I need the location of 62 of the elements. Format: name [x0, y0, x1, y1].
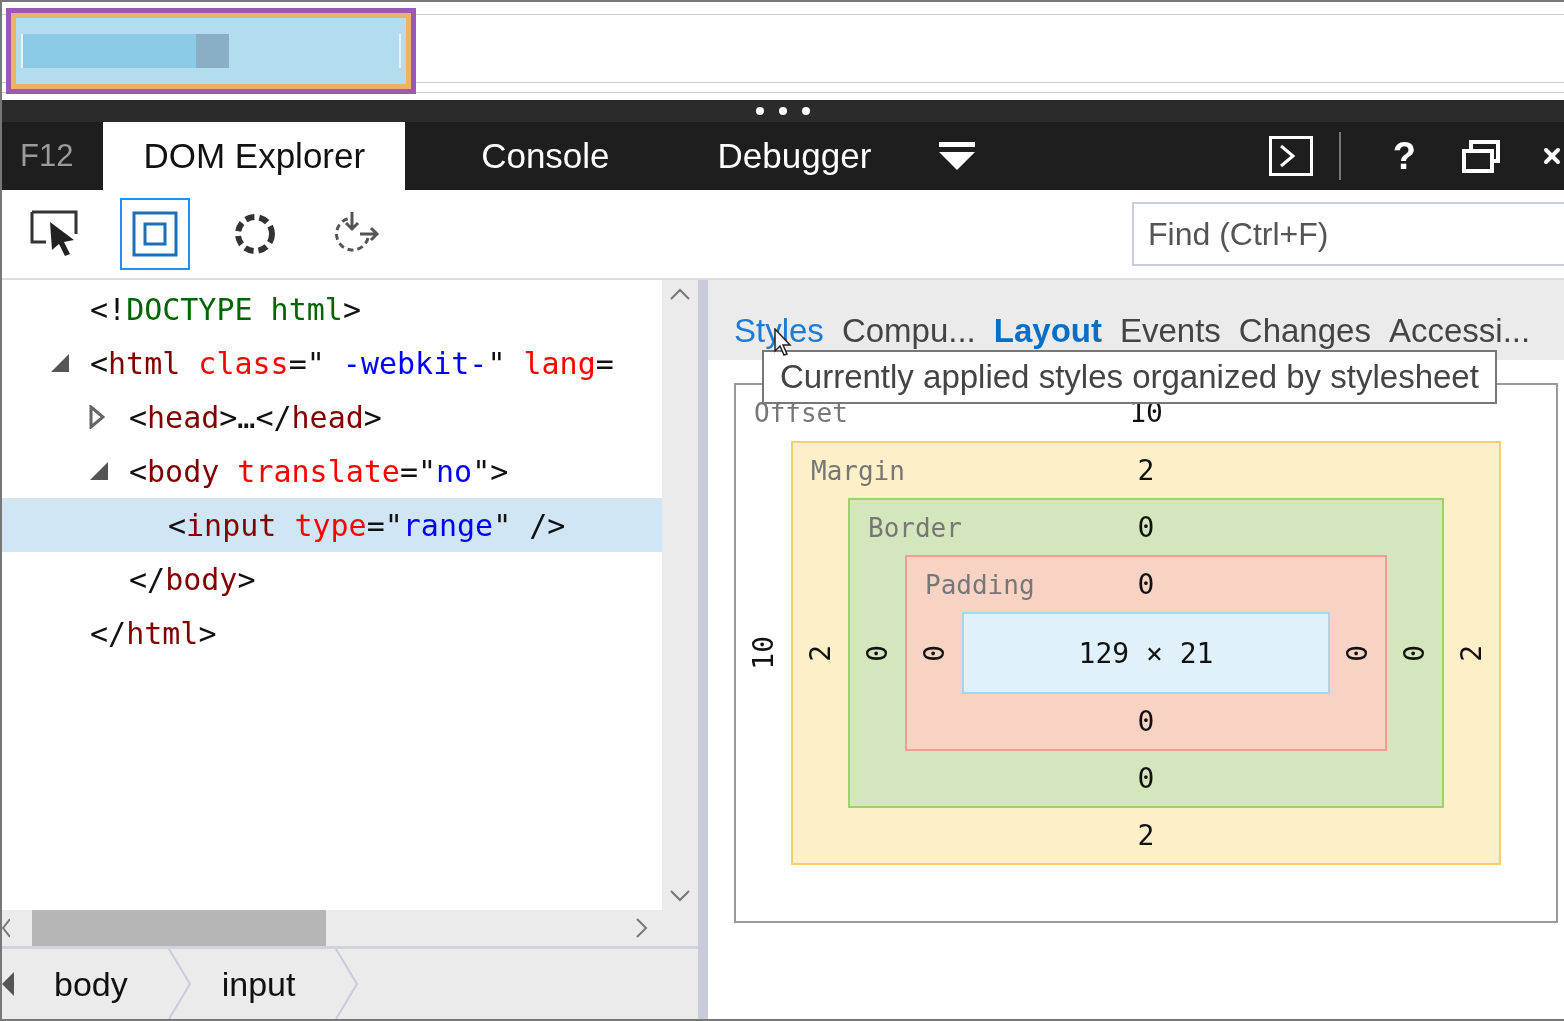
scroll-down-icon[interactable]	[670, 890, 690, 902]
dom-node-code: </html>	[90, 615, 217, 651]
scrollbar-thumb[interactable]	[32, 910, 326, 946]
dom-node-row[interactable]: <!DOCTYPE html>	[2, 282, 662, 336]
bottom-value: 0	[1137, 705, 1155, 738]
slider-thumb[interactable]	[195, 34, 229, 68]
content-size: 129 × 21	[1078, 636, 1214, 670]
dom-node-row[interactable]: <html class=" -webkit-" lang=	[2, 336, 662, 390]
pane-tab[interactable]: Styles	[734, 312, 824, 350]
pane-tab[interactable]: Accessi...	[1388, 312, 1531, 350]
dom-node-code: <body translate="no">	[129, 453, 509, 489]
pane-tab[interactable]: Layout	[993, 312, 1102, 350]
help-button[interactable]: ?	[1366, 122, 1442, 190]
select-element-icon	[30, 210, 80, 258]
pane-tab[interactable]: Events	[1119, 312, 1221, 350]
pane-tab[interactable]: Compu...	[841, 312, 976, 350]
breadcrumb[interactable]: body	[14, 949, 168, 1019]
box-label: Margin	[811, 455, 906, 486]
scroll-right-icon[interactable]	[636, 918, 648, 938]
left-value: 0	[861, 644, 894, 662]
scroll-up-icon[interactable]	[670, 288, 690, 300]
dom-node-row[interactable]: </body>	[2, 552, 662, 606]
right-value: 0	[1341, 644, 1374, 662]
devtools-tab[interactable]: Debugger	[677, 122, 912, 190]
devtools-tab[interactable]: Console	[441, 122, 650, 190]
scroll-left-icon[interactable]	[2, 972, 14, 996]
left-value: 10	[747, 636, 780, 670]
box-label: Padding	[925, 569, 1036, 600]
breadcrumb[interactable]: input	[191, 949, 336, 1019]
bottom-value: 0	[1137, 762, 1155, 795]
dashed-circle-icon	[233, 212, 277, 256]
range-slider[interactable]	[21, 34, 401, 68]
right-value: 2	[1455, 644, 1488, 662]
dom-node-row[interactable]: <body translate="no">	[2, 444, 662, 498]
expanded-toggle-icon[interactable]	[89, 461, 109, 481]
right-value: 0	[1398, 644, 1431, 662]
f12-label: F12	[19, 137, 75, 175]
bottom-value: 2	[1137, 819, 1155, 852]
tooltip: Currently applied styles organized by stylesheet	[762, 350, 1497, 404]
devtools-tab[interactable]: DOM Explorer	[103, 122, 406, 190]
scroll-left-icon[interactable]	[2, 918, 10, 938]
dom-node-code: <input type="range" />	[168, 507, 566, 543]
top-value: 0	[1137, 511, 1155, 544]
dom-node-row[interactable]: <input type="range" />	[2, 498, 662, 552]
highlight-tool-button[interactable]	[120, 198, 190, 270]
top-value: 0	[1137, 568, 1155, 601]
box-label: Border	[868, 512, 963, 543]
find-field[interactable]: Find (Ctrl+F)	[1132, 202, 1564, 266]
left-value: 2	[804, 644, 837, 662]
highlight-box-icon	[132, 211, 178, 257]
drag-handle-icon[interactable]	[756, 107, 810, 115]
dom-node-code: <head>…</head>	[129, 399, 382, 435]
dom-node-code: <!DOCTYPE html>	[90, 291, 361, 327]
dom-node-row[interactable]: </html>	[2, 606, 662, 660]
dom-node-code: </body>	[129, 561, 256, 597]
expanded-toggle-icon[interactable]	[50, 353, 70, 373]
collapsed-toggle-icon[interactable]	[89, 405, 105, 429]
dom-node-code: <html class=" -webkit-" lang=	[90, 345, 614, 381]
top-value: 2	[1137, 454, 1155, 487]
left-value: 0	[918, 644, 951, 662]
pane-tab[interactable]: Changes	[1238, 312, 1371, 350]
dom-node-row[interactable]: <head>…</head>	[2, 390, 662, 444]
